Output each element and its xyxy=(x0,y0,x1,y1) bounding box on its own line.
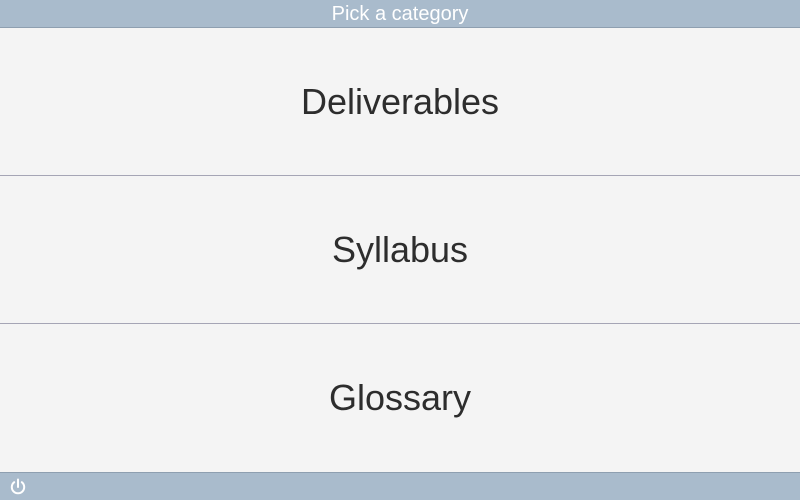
power-button[interactable] xyxy=(8,477,28,497)
power-icon xyxy=(10,478,26,495)
category-label: Syllabus xyxy=(331,228,469,270)
app-window: Pick a category Deliverables Syllabus Gl… xyxy=(0,0,800,500)
header-bar: Pick a category xyxy=(0,0,800,28)
category-glossary[interactable]: Glossary xyxy=(0,324,800,472)
category-list: Deliverables Syllabus Glossary xyxy=(0,28,800,472)
category-label: Glossary xyxy=(328,377,472,418)
page-title: Pick a category xyxy=(331,3,469,25)
category-deliverables[interactable]: Deliverables xyxy=(0,28,800,176)
footer-bar xyxy=(0,472,800,500)
category-label: Deliverables xyxy=(300,80,500,122)
category-syllabus[interactable]: Syllabus xyxy=(0,176,800,324)
